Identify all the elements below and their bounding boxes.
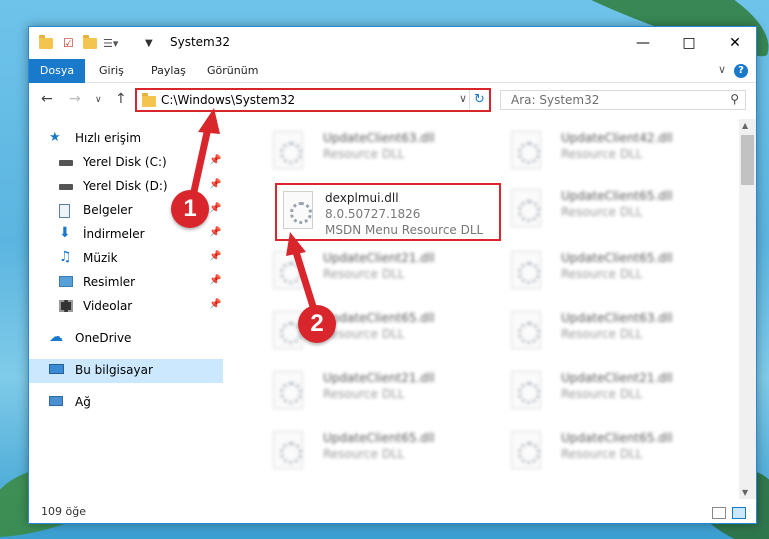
sidebar-item-pictures[interactable]: Resimler 📌	[29, 271, 223, 295]
documents-icon	[59, 204, 75, 218]
sidebar-item-disk-c[interactable]: Yerel Disk (C:) 📌	[29, 151, 223, 175]
videos-icon	[59, 300, 75, 314]
forward-button[interactable]: →	[69, 91, 81, 107]
pin-icon[interactable]: 📌	[209, 275, 221, 286]
cloud-icon: ☁	[49, 329, 63, 345]
dll-file-icon	[511, 131, 541, 169]
sidebar-item-videos[interactable]: Videolar 📌	[29, 295, 223, 319]
list-item[interactable]: UpdateClient65.dll Resource DLL	[491, 183, 721, 239]
pin-icon[interactable]: 📌	[209, 299, 221, 310]
scroll-up-icon[interactable]: ▲	[742, 121, 748, 130]
highlighted-file-item[interactable]: dexplmui.dll 8.0.50727.1826 MSDN Menu Re…	[275, 183, 501, 241]
list-item[interactable]: UpdateClient21.dll Resource DLL	[253, 245, 483, 301]
item-count: 109 öğe	[41, 505, 86, 518]
dll-file-icon	[511, 189, 541, 227]
address-bar[interactable]: C:\Windows\System32 ∨ ↻	[135, 88, 491, 112]
list-item[interactable]: UpdateClient65.dll Resource DLL	[253, 425, 483, 481]
dll-file-icon	[273, 371, 303, 409]
file-description: MSDN Menu Resource DLL	[325, 223, 484, 237]
pin-icon[interactable]: 📌	[209, 203, 221, 214]
address-path[interactable]: C:\Windows\System32	[161, 93, 295, 107]
back-button[interactable]: ←	[41, 91, 53, 107]
minimize-button[interactable]: —	[620, 27, 666, 59]
search-input[interactable]: Ara: System32 ⚲	[500, 90, 746, 110]
music-icon: ♫	[59, 249, 72, 265]
list-item[interactable]: UpdateClient21.dll Resource DLL	[253, 365, 483, 421]
file-name: dexplmui.dll	[325, 191, 399, 205]
tab-paylas[interactable]: Paylaş	[151, 59, 186, 83]
pin-icon[interactable]: 📌	[209, 179, 221, 190]
window-title: System32	[170, 35, 231, 49]
maximize-button[interactable]: □	[666, 27, 712, 59]
dll-file-icon	[511, 251, 541, 289]
file-version: 8.0.50727.1826	[325, 207, 421, 221]
dll-file-icon	[273, 131, 303, 169]
dll-file-icon	[283, 191, 313, 229]
dll-file-icon	[511, 371, 541, 409]
list-item[interactable]: UpdateClient63.dll Resource DLL	[253, 125, 483, 181]
sidebar-item-this-pc[interactable]: Bu bilgisayar	[29, 359, 223, 383]
dll-file-icon	[511, 311, 541, 349]
pin-icon[interactable]: 📌	[209, 227, 221, 238]
dll-file-icon	[273, 251, 303, 289]
pictures-icon	[59, 276, 75, 290]
vertical-scrollbar[interactable]: ▲ ▼	[739, 119, 756, 499]
tab-gorunum[interactable]: Görünüm	[207, 59, 258, 83]
navigation-bar: ← → ∨ ↑ C:\Windows\System32 ∨ ↻ Ara: Sys…	[29, 85, 756, 115]
title-bar: ☑ ☰▾ ▼ System32 — □ ✕	[29, 27, 756, 59]
folder-icon	[39, 34, 53, 51]
list-item[interactable]: UpdateClient65.dll Resource DLL	[491, 245, 721, 301]
sidebar-item-music[interactable]: ♫ Müzik 📌	[29, 247, 223, 271]
folder-icon	[142, 93, 156, 107]
new-folder-icon[interactable]	[83, 34, 97, 51]
close-button[interactable]: ✕	[712, 27, 758, 59]
qa-dropdown-icon[interactable]: ▼	[145, 35, 153, 51]
scrollbar-thumb[interactable]	[741, 135, 754, 185]
network-icon	[49, 396, 65, 410]
customize-toolbar-icon[interactable]: ☰▾	[103, 35, 118, 51]
list-item[interactable]: UpdateClient21.dll Resource DLL	[491, 365, 721, 421]
step-badge-2: 2	[298, 305, 336, 343]
search-placeholder: Ara: System32	[511, 93, 600, 107]
explorer-window: ☑ ☰▾ ▼ System32 — □ ✕ Dosya Giriş Paylaş…	[28, 26, 757, 524]
list-item[interactable]: UpdateClient42.dll Resource DLL	[491, 125, 721, 181]
computer-icon	[49, 364, 65, 378]
file-list: UpdateClient63.dll Resource DLL UpdateCl…	[225, 119, 737, 489]
sidebar-item-quick-access[interactable]: ★ Hızlı erişim	[29, 127, 223, 151]
expand-ribbon-icon[interactable]: ∨	[718, 63, 726, 76]
ribbon: Dosya Giriş Paylaş Görünüm ∨ ?	[29, 59, 756, 83]
refresh-icon[interactable]: ↻	[469, 90, 489, 110]
dll-file-icon	[511, 431, 541, 469]
navigation-pane: ★ Hızlı erişim Yerel Disk (C:) 📌 Yerel D…	[29, 125, 223, 495]
address-dropdown-icon[interactable]: ∨	[459, 92, 467, 105]
tab-dosya[interactable]: Dosya	[29, 59, 85, 83]
up-button[interactable]: ↑	[115, 91, 127, 107]
drive-icon	[59, 180, 75, 194]
help-icon[interactable]: ?	[734, 64, 748, 78]
list-item[interactable]: UpdateClient65.dll Resource DLL	[491, 425, 721, 481]
step-badge-1: 1	[171, 190, 209, 228]
sidebar-item-network[interactable]: Ağ	[29, 391, 223, 415]
properties-icon[interactable]: ☑	[63, 35, 74, 51]
large-icons-view-icon[interactable]	[732, 507, 746, 519]
sidebar-item-onedrive[interactable]: ☁ OneDrive	[29, 327, 223, 351]
search-icon: ⚲	[730, 92, 739, 106]
list-item[interactable]: UpdateClient63.dll Resource DLL	[491, 305, 721, 361]
pin-icon[interactable]: 📌	[209, 251, 221, 262]
details-view-icon[interactable]	[712, 507, 726, 519]
recent-locations-icon[interactable]: ∨	[95, 95, 102, 105]
star-icon: ★	[49, 130, 61, 145]
list-item[interactable]: UpdateClient65.dll Resource DLL	[253, 305, 483, 361]
dll-file-icon	[273, 431, 303, 469]
status-bar: 109 öğe	[29, 501, 756, 523]
download-icon: ⬇	[59, 225, 71, 241]
pin-icon[interactable]: 📌	[209, 155, 221, 166]
drive-icon	[59, 156, 75, 170]
tab-giris[interactable]: Giriş	[99, 59, 124, 83]
scroll-down-icon[interactable]: ▼	[742, 488, 748, 497]
